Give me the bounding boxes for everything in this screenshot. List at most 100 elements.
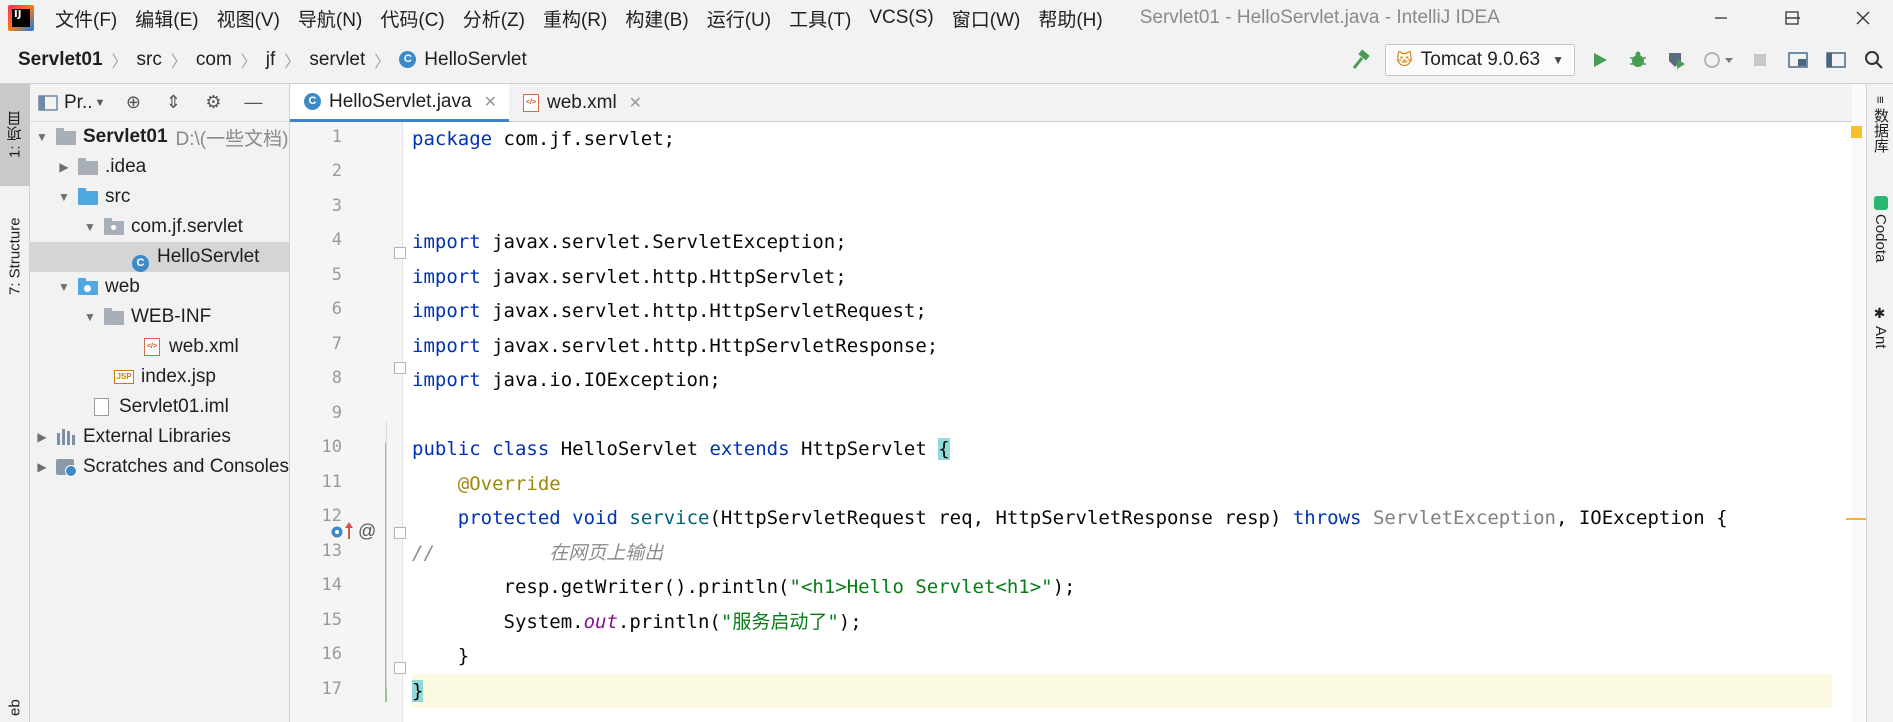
tree-item-helloservlet[interactable]: C HelloServlet bbox=[30, 242, 289, 272]
build-hammer-icon[interactable] bbox=[1341, 41, 1379, 79]
tree-item-web-inf[interactable]: ▼ WEB-INF bbox=[30, 302, 289, 332]
terminal-window-icon[interactable] bbox=[1817, 41, 1855, 79]
collapsed-arrow-icon[interactable]: ▶ bbox=[34, 460, 50, 474]
ant-icon: ✱ bbox=[1872, 306, 1889, 322]
run-configuration-select[interactable]: 🐱 Tomcat 9.0.63 ▼ bbox=[1385, 44, 1575, 76]
run-configuration-label: Tomcat 9.0.63 bbox=[1420, 49, 1541, 70]
profile-icon[interactable] bbox=[1695, 41, 1741, 79]
menu-file[interactable]: 文件(F) bbox=[46, 5, 126, 32]
error-stripe[interactable] bbox=[1852, 84, 1866, 722]
menu-window[interactable]: 窗口(W) bbox=[943, 5, 1030, 32]
expanded-arrow-icon[interactable]: ▼ bbox=[34, 130, 50, 144]
breadcrumb-separator-icon: 〉 bbox=[170, 53, 187, 71]
line-number: 14 bbox=[321, 575, 342, 595]
expanded-arrow-icon[interactable]: ▼ bbox=[56, 190, 72, 204]
collapsed-arrow-icon[interactable]: ▶ bbox=[34, 430, 50, 444]
menu-run[interactable]: 运行(U) bbox=[698, 5, 780, 32]
tab-structure[interactable]: 7: Structure bbox=[0, 196, 30, 316]
project-view-label: Pr.. bbox=[64, 91, 93, 113]
tree-item-external-libraries[interactable]: ▶ External Libraries bbox=[30, 422, 289, 452]
menu-tools[interactable]: 工具(T) bbox=[780, 5, 860, 32]
override-method-icon[interactable] bbox=[330, 521, 354, 546]
project-view-selector[interactable]: Pr.. ▼ bbox=[38, 92, 105, 114]
tree-label: Scratches and Consoles bbox=[83, 456, 289, 477]
expanded-arrow-icon[interactable]: ▼ bbox=[82, 220, 98, 234]
breadcrumb-com[interactable]: com bbox=[196, 49, 232, 71]
tab-helloservlet-java[interactable]: C HelloServlet.java ✕ bbox=[290, 84, 509, 122]
close-window-button[interactable] bbox=[1833, 0, 1893, 36]
collapsed-arrow-icon[interactable]: ▶ bbox=[56, 160, 72, 174]
breadcrumb-servlet[interactable]: servlet bbox=[309, 49, 365, 71]
stop-icon[interactable] bbox=[1741, 41, 1779, 79]
tab-database[interactable]: ≡ 数据库 bbox=[1867, 96, 1893, 176]
folder-icon bbox=[104, 308, 126, 326]
code-line-8: import java.io.IOException; bbox=[412, 369, 721, 391]
tab-web[interactable]: eb bbox=[0, 694, 30, 722]
menu-view[interactable]: 视图(V) bbox=[208, 5, 289, 32]
debug-icon[interactable] bbox=[1619, 41, 1657, 79]
expanded-arrow-icon[interactable]: ▼ bbox=[82, 310, 98, 324]
minimize-window-button[interactable] bbox=[1691, 0, 1751, 36]
tree-item-scratches[interactable]: ▶ Scratches and Consoles bbox=[30, 452, 289, 482]
menu-analyze[interactable]: 分析(Z) bbox=[454, 5, 534, 32]
menu-build[interactable]: 构建(B) bbox=[616, 5, 697, 32]
tree-label: Servlet01.iml bbox=[119, 396, 229, 417]
tree-item-src[interactable]: ▼ src bbox=[30, 182, 289, 212]
breadcrumb-src[interactable]: src bbox=[137, 49, 162, 71]
line-number: 16 bbox=[321, 644, 342, 664]
coverage-icon[interactable] bbox=[1657, 41, 1695, 79]
tree-item-package[interactable]: ▼ com.jf.servlet bbox=[30, 212, 289, 242]
annotation-at-icon[interactable]: @ bbox=[358, 521, 376, 542]
tree-item-servlet01[interactable]: ▼ Servlet01 D:\(一些文档) bbox=[30, 122, 289, 152]
gear-icon[interactable]: ⚙ bbox=[193, 84, 233, 122]
project-structure-icon[interactable] bbox=[1779, 41, 1817, 79]
tab-ant[interactable]: ✱ Ant bbox=[1867, 306, 1893, 376]
locate-file-icon[interactable]: ⊕ bbox=[113, 84, 153, 122]
expanded-arrow-icon[interactable]: ▼ bbox=[56, 280, 72, 294]
error-stripe-mark[interactable] bbox=[1846, 518, 1866, 520]
module-folder-icon bbox=[56, 128, 78, 146]
close-icon[interactable]: ✕ bbox=[484, 92, 497, 112]
line-number: 6 bbox=[331, 299, 342, 319]
xml-file-icon: </> bbox=[521, 94, 539, 112]
fold-marker-icon[interactable] bbox=[394, 362, 406, 374]
tab-project[interactable]: 1: 项目 bbox=[0, 84, 30, 186]
codota-tab-label: Codota bbox=[1872, 214, 1889, 263]
fold-marker-icon[interactable] bbox=[394, 527, 406, 539]
tree-label: web bbox=[105, 276, 140, 297]
tree-item-idea[interactable]: ▶ .idea bbox=[30, 152, 289, 182]
warning-indicator-icon[interactable] bbox=[1851, 126, 1862, 138]
code-line-15: System.out.println("服务启动了"); bbox=[503, 611, 862, 633]
collapse-all-icon[interactable]: ⇕ bbox=[153, 84, 193, 122]
menu-refactor[interactable]: 重构(R) bbox=[534, 5, 616, 32]
tree-item-index-jsp[interactable]: JSP index.jsp bbox=[30, 362, 289, 392]
code-line-17: } bbox=[412, 674, 1832, 708]
breadcrumb-jf[interactable]: jf bbox=[266, 49, 276, 71]
breadcrumb-helloservlet[interactable]: HelloServlet bbox=[424, 49, 526, 71]
menu-help[interactable]: 帮助(H) bbox=[1029, 5, 1111, 32]
menu-code[interactable]: 代码(C) bbox=[371, 5, 453, 32]
menu-edit[interactable]: 编辑(E) bbox=[126, 5, 207, 32]
breadcrumb-project[interactable]: Servlet01 bbox=[18, 49, 103, 71]
line-number: 15 bbox=[321, 610, 342, 630]
tree-item-web-xml[interactable]: </> web.xml bbox=[30, 332, 289, 362]
libraries-icon bbox=[56, 428, 78, 446]
database-icon: ≡ bbox=[1873, 96, 1888, 104]
hide-panel-icon[interactable]: — bbox=[233, 84, 273, 122]
line-number: 7 bbox=[331, 334, 342, 354]
fold-marker-icon[interactable] bbox=[394, 247, 406, 259]
tab-codota[interactable]: Codota bbox=[1867, 196, 1893, 286]
code-line-7: import javax.servlet.http.HttpServletRes… bbox=[412, 335, 939, 357]
search-icon[interactable] bbox=[1855, 41, 1893, 79]
tree-item-web[interactable]: ▼ web bbox=[30, 272, 289, 302]
menu-navigate[interactable]: 导航(N) bbox=[289, 5, 371, 32]
xml-file-icon: </> bbox=[142, 338, 164, 356]
fold-marker-icon[interactable] bbox=[394, 662, 406, 674]
close-icon[interactable]: ✕ bbox=[629, 93, 642, 113]
run-icon[interactable] bbox=[1581, 41, 1619, 79]
menu-vcs[interactable]: VCS(S) bbox=[860, 7, 942, 29]
tree-item-iml[interactable]: Servlet01.iml bbox=[30, 392, 289, 422]
tab-web-xml[interactable]: </> web.xml ✕ bbox=[509, 84, 654, 122]
code-area[interactable]: package com.jf.servlet; import javax.ser… bbox=[412, 122, 1832, 722]
restore-button[interactable] bbox=[1762, 0, 1822, 36]
